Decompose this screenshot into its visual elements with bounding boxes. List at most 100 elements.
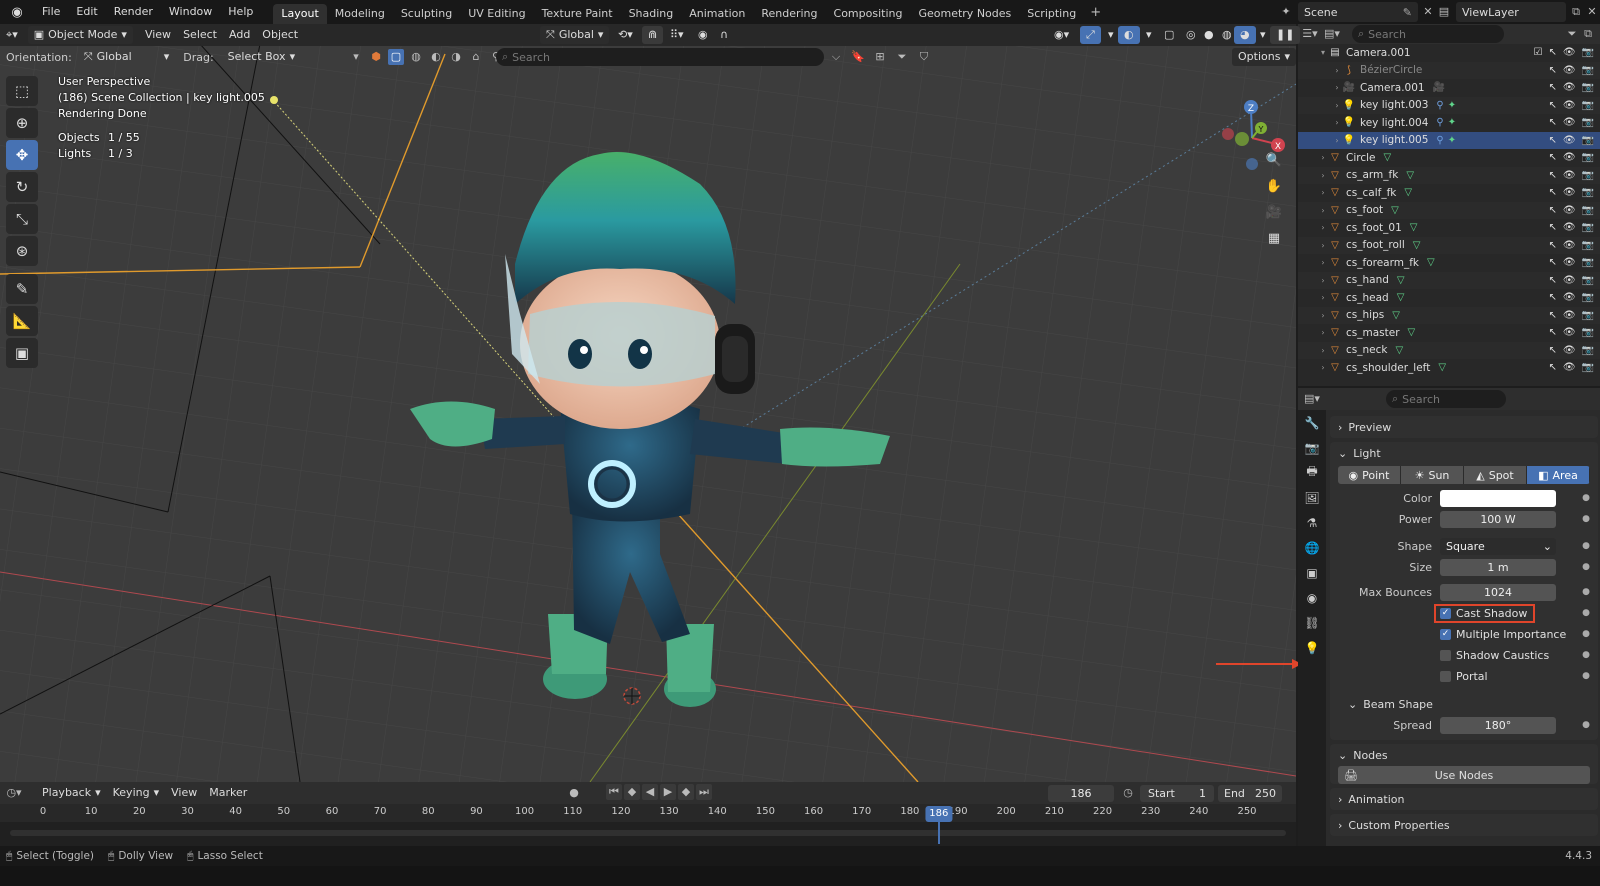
camera-render-icon[interactable]: 📷 [1582, 100, 1594, 111]
light-type-area[interactable]: ◧ Area [1527, 466, 1590, 484]
scene-tab-icon[interactable]: ⚗ [1298, 510, 1326, 535]
outliner-row[interactable]: › ▽ cs_foot_roll ▽ ↖ 👁 📷 [1298, 236, 1600, 254]
shield-icon[interactable]: ⛉ [916, 49, 932, 65]
camera-render-icon[interactable]: 📷 [1582, 240, 1594, 251]
power-field[interactable]: 100 W [1440, 510, 1556, 528]
select-arrow-icon[interactable]: ↖ [1548, 292, 1556, 303]
keyframe-dot-icon[interactable]: ● [1582, 587, 1590, 597]
camera-render-icon[interactable]: 📷 [1582, 310, 1594, 321]
next-keyframe-icon[interactable]: ◆ [678, 784, 694, 800]
camera-render-icon[interactable]: 📷 [1582, 362, 1594, 373]
tab-shading[interactable]: Shading [621, 4, 682, 24]
layout-icon[interactable]: ⊞ [872, 49, 888, 65]
camera-view-icon[interactable]: 🎥 [1262, 200, 1286, 224]
tab-animation[interactable]: Animation [681, 4, 753, 24]
constraints-tab-icon[interactable]: ⛓ [1298, 610, 1326, 635]
object-types-icon[interactable]: ⬢ [368, 49, 384, 65]
select-arrow-icon[interactable]: ↖ [1548, 240, 1556, 251]
tab-layout[interactable]: Layout [273, 4, 327, 24]
preview-range-icon[interactable]: ◷ [1120, 785, 1136, 801]
chevron-right-icon[interactable]: › [1318, 276, 1328, 285]
shading-dropdown[interactable]: ▾ [1254, 26, 1272, 44]
select-arrow-icon[interactable]: ↖ [1548, 170, 1556, 181]
camera-render-icon[interactable]: 📷 [1582, 257, 1594, 268]
camera-render-icon[interactable]: 📷 [1582, 135, 1594, 146]
use-nodes-button[interactable]: 🖨 Use Nodes [1338, 766, 1590, 784]
camera-render-icon[interactable]: 📷 [1582, 187, 1594, 198]
camera-render-icon[interactable]: 📷 [1582, 345, 1594, 356]
outliner-row[interactable]: › ▽ cs_calf_fk ▽ ↖ 👁 📷 [1298, 184, 1600, 202]
camera-render-icon[interactable]: 📷 [1582, 117, 1594, 128]
chevron-right-icon[interactable]: › [1318, 171, 1328, 180]
output-tab-icon[interactable]: 🖶 [1298, 460, 1326, 485]
pan-hand-icon[interactable]: ✋ [1262, 174, 1286, 198]
mesh-filter-icon[interactable]: ▢ [388, 49, 404, 65]
eye-icon[interactable]: 👁 [1563, 170, 1576, 181]
camera-render-icon[interactable]: 📷 [1582, 170, 1594, 181]
select-arrow-icon[interactable]: ↖ [1548, 257, 1556, 268]
color-swatch[interactable] [1440, 489, 1556, 507]
select-arrow-icon[interactable]: ↖ [1548, 205, 1556, 216]
shape-dropdown[interactable]: Square ⌄ [1440, 537, 1556, 555]
chevron-down-icon[interactable]: ⌵ [828, 49, 844, 65]
select-arrow-icon[interactable]: ↖ [1548, 275, 1556, 286]
outliner-row[interactable]: › 💡 key light.005 ⚲ ✦ ↖ 👁 📷 [1298, 131, 1600, 149]
jump-start-icon[interactable]: ⏮ [606, 784, 622, 800]
physics-tab-icon[interactable]: ◉ [1298, 585, 1326, 610]
scale-tool-icon[interactable]: ⤡ [6, 204, 38, 234]
play-reverse-icon[interactable]: ◀ [642, 784, 658, 800]
camera-render-icon[interactable]: 📷 [1582, 47, 1594, 58]
overlay-toggle-button[interactable]: ◐ [1118, 26, 1140, 44]
eye-icon[interactable]: 👁 [1563, 362, 1576, 373]
tab-geometry-nodes[interactable]: Geometry Nodes [910, 4, 1019, 24]
timeline-ruler[interactable]: 0 10 20 30 40 50 60 70 80 90 100 110 120 130 140 150 160… [0, 804, 1296, 822]
checkbox-icon[interactable]: ☑ [1533, 47, 1542, 58]
display-mode-icon[interactable]: ▤▾ [1324, 26, 1340, 42]
measure-tool-icon[interactable]: 📐 [6, 306, 38, 336]
tab-uv-editing[interactable]: UV Editing [460, 4, 533, 24]
select-arrow-icon[interactable]: ↖ [1548, 345, 1556, 356]
eye-icon[interactable]: 👁 [1563, 310, 1576, 321]
preview-panel[interactable]: › Preview [1330, 416, 1598, 438]
eye-icon[interactable]: 👁 [1563, 187, 1576, 198]
eye-icon[interactable]: 👁 [1563, 152, 1576, 163]
new-view-layer-icon[interactable]: ⧉ [1568, 4, 1584, 20]
select-box-tool-icon[interactable]: ⬚ [6, 76, 38, 106]
zoom-icon[interactable]: 🔍 [1262, 148, 1286, 172]
spread-field[interactable]: 180° [1440, 716, 1556, 734]
menu-help[interactable]: Help [220, 0, 261, 24]
curve-filter-icon[interactable]: ◍ [408, 49, 424, 65]
outliner-row[interactable]: › ▽ cs_hips ▽ ↖ 👁 📷 [1298, 306, 1600, 324]
gizmo-toggle-button[interactable]: ⤢ [1080, 26, 1101, 44]
light-type-point[interactable]: ◉ Point [1338, 466, 1401, 484]
chevron-right-icon[interactable]: › [1318, 346, 1328, 355]
keyframe-dot-icon[interactable]: ● [1582, 650, 1590, 660]
camera-render-icon[interactable]: 📷 [1582, 275, 1594, 286]
chevron-right-icon[interactable]: › [1318, 293, 1328, 302]
keyframe-dot-icon[interactable]: ● [1582, 720, 1590, 730]
drag-dropdown[interactable]: Select Box ▾ [222, 48, 301, 66]
end-frame-field[interactable]: End 250 [1218, 785, 1282, 802]
timeline-menu-keying[interactable]: Keying ▾ [107, 784, 165, 802]
light-type-sun[interactable]: ☀ Sun [1401, 466, 1464, 484]
rendered-shading-button[interactable]: ◕ [1234, 26, 1256, 44]
remove-view-layer-icon[interactable]: ✕ [1584, 4, 1600, 20]
outliner-row[interactable]: › ▽ cs_neck ▽ ↖ 👁 📷 [1298, 341, 1600, 359]
camera-render-icon[interactable]: 📷 [1582, 152, 1594, 163]
menu-window[interactable]: Window [161, 0, 220, 24]
cast-shadow-checkbox[interactable]: ✓ Cast Shadow [1434, 603, 1536, 623]
camera-render-icon[interactable]: 📷 [1582, 205, 1594, 216]
filter-icon[interactable]: ⏷ [894, 49, 910, 65]
pivot-point-button[interactable]: ⟲▾ [612, 26, 639, 44]
text-filter-icon[interactable]: ⌂ [468, 49, 484, 65]
tab-rendering[interactable]: Rendering [753, 4, 825, 24]
surface-filter-icon[interactable]: ◐ [428, 49, 444, 65]
camera-render-icon[interactable]: 📷 [1582, 65, 1594, 76]
select-arrow-icon[interactable]: ↖ [1548, 65, 1556, 76]
view-layer-icon[interactable]: ▤ [1436, 4, 1452, 20]
light-data-tab-icon[interactable]: 💡 [1298, 635, 1326, 660]
bookmark-icon[interactable]: 🔖 [850, 49, 866, 65]
eye-icon[interactable]: 👁 [1563, 327, 1576, 338]
keyframe-dot-icon[interactable]: ● [1582, 608, 1590, 618]
annotate-tool-icon[interactable]: ✎ [6, 274, 38, 304]
